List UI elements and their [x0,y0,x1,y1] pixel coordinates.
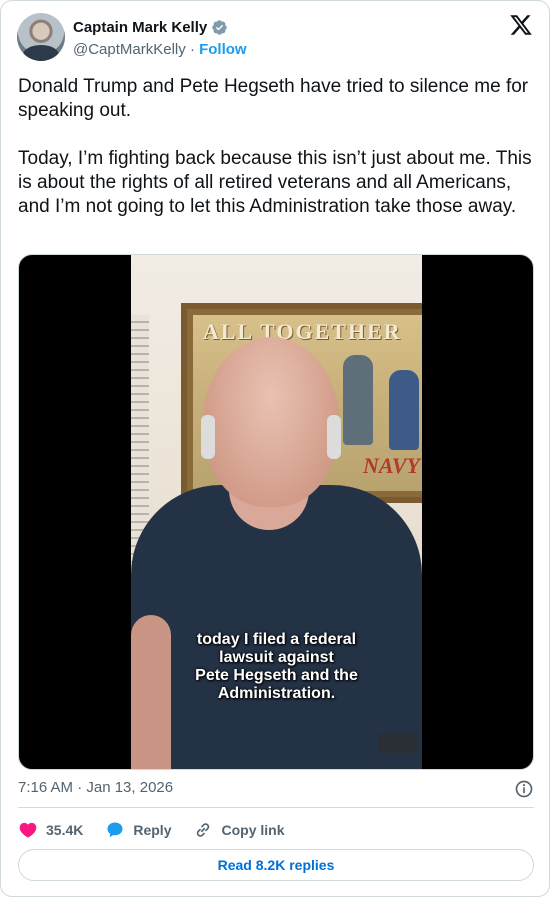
tweet-text: Donald Trump and Pete Hegseth have tried… [18,75,534,219]
follow-button[interactable]: Follow [199,41,247,58]
video-caption: today I filed a federal lawsuit against … [131,631,422,703]
video-frame: ALL TOGETHER E NAVY today I filed a fede… [131,255,422,769]
caption-line: Pete Hegseth and the [195,667,358,684]
heart-icon [19,822,37,838]
tweet-timestamp[interactable]: 7:16 AM · Jan 13, 2026 [18,779,173,796]
info-icon[interactable] [514,779,534,799]
like-button[interactable]: 35.4K [18,820,83,840]
copy-link-label: Copy link [221,822,285,838]
speaker-head [203,337,339,507]
verified-badge-icon [212,20,227,35]
reply-label: Reply [133,822,172,838]
tweet-card: Captain Mark Kelly @CaptMarkKelly · Foll… [0,0,550,897]
likes-count: 35.4K [46,822,84,838]
avatar[interactable] [17,13,65,61]
reply-bubble-icon [107,822,123,838]
caption-line: Administration. [217,685,336,702]
author-handle[interactable]: @CaptMarkKelly [73,41,186,58]
author-handle-row: @CaptMarkKelly · Follow [73,41,247,58]
poster-title: ALL TOGETHER [203,319,402,344]
x-logo-icon[interactable] [509,13,533,37]
divider [18,807,534,808]
read-replies-label: Read 8.2K replies [217,857,335,873]
video-player[interactable]: ALL TOGETHER E NAVY today I filed a fede… [18,254,534,770]
author-name-row: Captain Mark Kelly [73,19,228,36]
tweet-paragraph-1: Donald Trump and Pete Hegseth have tried… [18,76,529,121]
timestamp-row: 7:16 AM · Jan 13, 2026 [18,779,534,799]
author-name[interactable]: Captain Mark Kelly [73,19,207,36]
caption-line: today I filed a federal [196,631,357,648]
action-bar: 35.4K Reply Copy link [18,819,285,841]
copy-link-button[interactable]: Copy link [193,820,285,840]
link-icon [197,823,210,837]
poster-navy-text: NAVY [362,453,420,478]
separator-dot: · [189,41,195,58]
wristwatch [378,733,418,753]
tweet-header: Captain Mark Kelly @CaptMarkKelly · Foll… [17,13,533,65]
read-replies-button[interactable]: Read 8.2K replies [18,849,534,881]
caption-line: lawsuit against [219,649,334,666]
tweet-paragraph-2: Today, I’m fighting back because this is… [18,148,532,217]
reply-button[interactable]: Reply [105,820,171,840]
